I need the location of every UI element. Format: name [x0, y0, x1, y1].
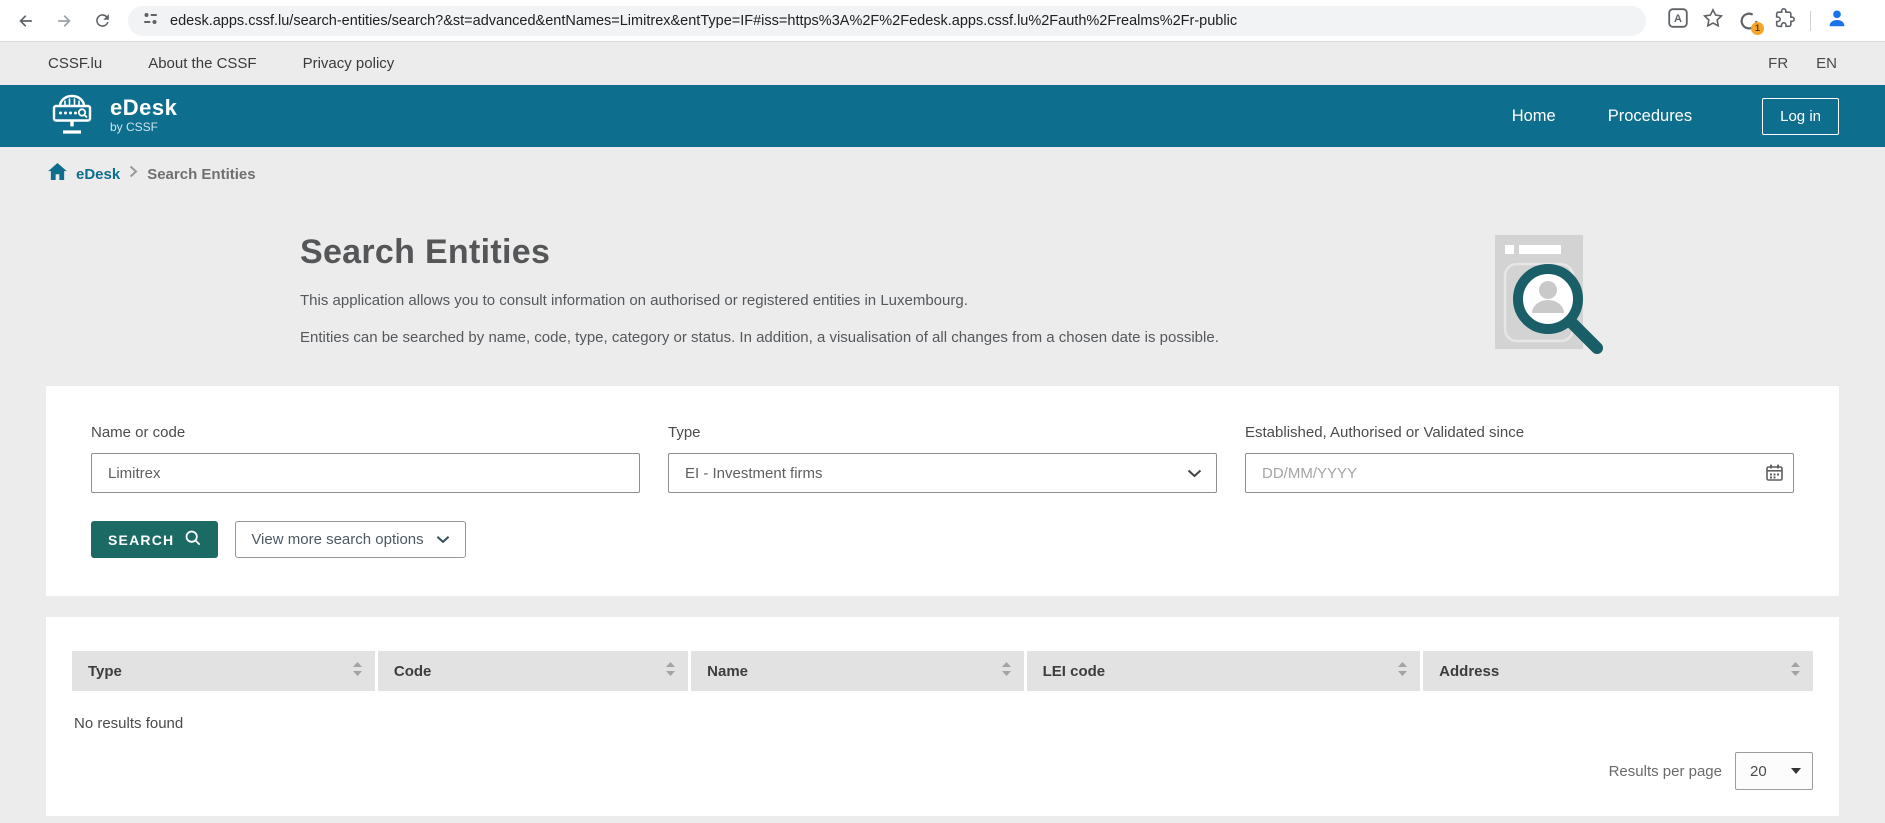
- app-header: eDesk by CSSF Home Procedures Log in: [0, 85, 1885, 147]
- more-search-options-button[interactable]: View more search options: [235, 521, 465, 558]
- lang-fr[interactable]: FR: [1768, 55, 1788, 72]
- utility-link-cssf[interactable]: CSSF.lu: [48, 55, 102, 72]
- reload-icon[interactable]: [90, 9, 114, 33]
- caret-down-icon: [1791, 768, 1801, 774]
- results-per-page-label: Results per page: [1609, 763, 1722, 780]
- bookmark-star-icon[interactable]: [1703, 8, 1723, 33]
- page-title: Search Entities: [300, 233, 1885, 272]
- intro-section: Search Entities This application allows …: [0, 191, 1885, 346]
- search-form-card: Name or code Type EI - Investment firms …: [46, 386, 1839, 596]
- browser-toolbar: edesk.apps.cssf.lu/search-entities/searc…: [0, 0, 1885, 42]
- chevron-down-icon: [1187, 465, 1202, 482]
- sort-icon: [666, 662, 675, 680]
- search-button[interactable]: SEARCH: [91, 521, 218, 558]
- back-icon[interactable]: [14, 9, 38, 33]
- intro-paragraph-1: This application allows you to consult i…: [300, 292, 1400, 309]
- column-header-code[interactable]: Code: [378, 651, 688, 691]
- results-per-page-value: 20: [1750, 763, 1767, 780]
- chevron-down-icon: [436, 531, 450, 548]
- date-since-label: Established, Authorised or Validated sin…: [1245, 424, 1794, 441]
- type-label: Type: [668, 424, 1217, 441]
- logo-subtitle: by CSSF: [110, 120, 177, 134]
- profile-notification-icon[interactable]: 1: [1738, 10, 1760, 32]
- column-header-lei-code[interactable]: LEI code: [1027, 651, 1421, 691]
- column-header-name[interactable]: Name: [691, 651, 1023, 691]
- browser-avatar-icon[interactable]: [1826, 7, 1848, 34]
- sort-icon: [353, 662, 362, 680]
- results-card: Type Code Name LEI code Address No resul…: [46, 617, 1839, 816]
- search-document-illustration-icon: [1487, 227, 1605, 364]
- column-header-type[interactable]: Type: [72, 651, 375, 691]
- search-button-label: SEARCH: [108, 532, 174, 548]
- extensions-icon[interactable]: [1775, 8, 1795, 33]
- column-header-address[interactable]: Address: [1423, 651, 1813, 691]
- utility-nav: CSSF.lu About the CSSF Privacy policy FR…: [0, 42, 1885, 85]
- sort-icon: [1791, 662, 1800, 680]
- translate-icon[interactable]: A: [1668, 8, 1688, 33]
- utility-link-about[interactable]: About the CSSF: [148, 55, 256, 72]
- edesk-logo-icon: [46, 91, 98, 142]
- profile-badge: 1: [1751, 22, 1764, 35]
- sort-icon: [1002, 662, 1011, 680]
- site-info-icon[interactable]: [142, 10, 159, 32]
- date-since-input[interactable]: [1245, 453, 1794, 493]
- utility-link-privacy[interactable]: Privacy policy: [303, 55, 395, 72]
- logo-title: eDesk: [110, 98, 177, 118]
- home-icon[interactable]: [48, 163, 67, 185]
- intro-paragraph-2: Entities can be searched by name, code, …: [300, 329, 1400, 346]
- search-icon: [185, 530, 201, 549]
- results-per-page-select[interactable]: 20: [1735, 752, 1813, 790]
- calendar-icon[interactable]: [1766, 464, 1783, 485]
- lang-en[interactable]: EN: [1816, 55, 1837, 72]
- breadcrumb-current: Search Entities: [147, 166, 255, 183]
- toolbar-separator: [1810, 11, 1811, 31]
- sort-icon: [1398, 662, 1407, 680]
- chevron-right-icon: [129, 165, 138, 183]
- url-bar[interactable]: edesk.apps.cssf.lu/search-entities/searc…: [128, 6, 1646, 36]
- nav-home[interactable]: Home: [1512, 107, 1556, 126]
- breadcrumb: eDesk Search Entities: [0, 147, 1885, 191]
- type-select[interactable]: EI - Investment firms: [668, 453, 1217, 493]
- more-search-options-label: View more search options: [251, 531, 423, 548]
- forward-icon[interactable]: [52, 9, 76, 33]
- url-text: edesk.apps.cssf.lu/search-entities/searc…: [170, 13, 1237, 29]
- breadcrumb-edesk-link[interactable]: eDesk: [76, 166, 120, 183]
- name-or-code-input[interactable]: [91, 453, 640, 493]
- edesk-logo[interactable]: eDesk by CSSF: [46, 91, 177, 142]
- no-results-message: No results found: [74, 715, 1811, 732]
- results-table-header: Type Code Name LEI code Address: [72, 651, 1813, 691]
- nav-procedures[interactable]: Procedures: [1608, 107, 1692, 126]
- name-or-code-label: Name or code: [91, 424, 640, 441]
- type-select-value: EI - Investment firms: [685, 465, 823, 482]
- svg-text:A: A: [1674, 13, 1682, 25]
- login-button[interactable]: Log in: [1762, 98, 1839, 135]
